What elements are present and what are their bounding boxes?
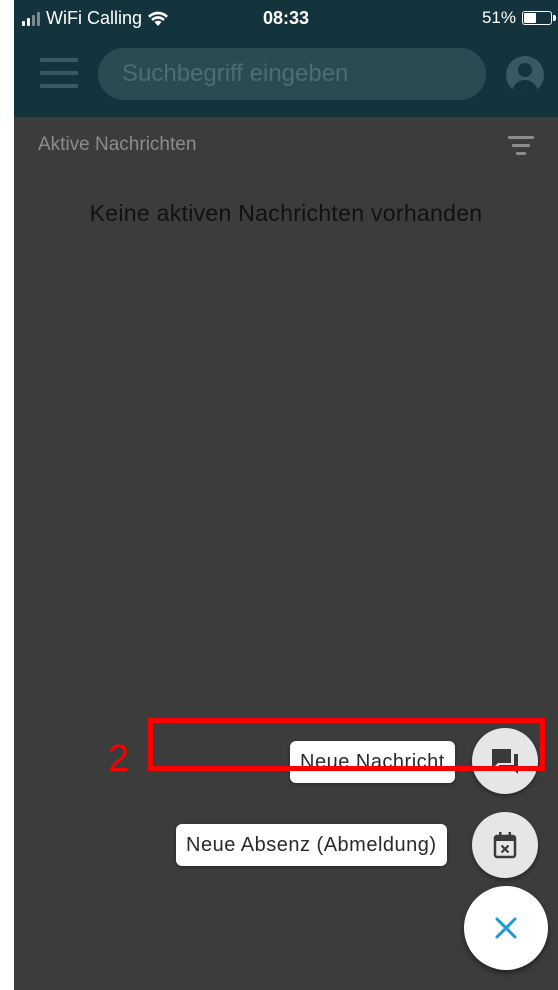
- clock: 08:33: [262, 8, 310, 28]
- search-bar[interactable]: [98, 48, 486, 100]
- filter-sort-icon[interactable]: [508, 136, 534, 156]
- speed-dial-close-button[interactable]: [464, 886, 548, 970]
- annotation-highlight-box: [148, 718, 545, 771]
- close-icon: [495, 917, 517, 939]
- annotation-step-number: 2: [108, 738, 130, 780]
- top-app-bar: WiFi Calling 08:33 51%: [14, 0, 558, 117]
- search-input[interactable]: [120, 59, 486, 89]
- app-screen: WiFi Calling 08:33 51% Suchbegriff einge…: [14, 0, 558, 990]
- empty-state-message: Keine aktiven Nachrichten vorhanden: [89, 200, 483, 226]
- hamburger-menu-icon[interactable]: [40, 58, 78, 90]
- new-absence-button[interactable]: [472, 812, 538, 878]
- section-title: Aktive Nachrichten: [38, 134, 197, 155]
- account-circle-icon[interactable]: [506, 56, 544, 94]
- status-right: 51%: [481, 8, 556, 28]
- calendar-cancel-icon: [493, 832, 517, 859]
- battery-percentage: 51%: [481, 8, 516, 27]
- battery-icon: [522, 11, 556, 25]
- status-bar: WiFi Calling 08:33 51%: [14, 0, 558, 38]
- new-absence-label[interactable]: Neue Absenz (Abmeldung): [176, 824, 447, 866]
